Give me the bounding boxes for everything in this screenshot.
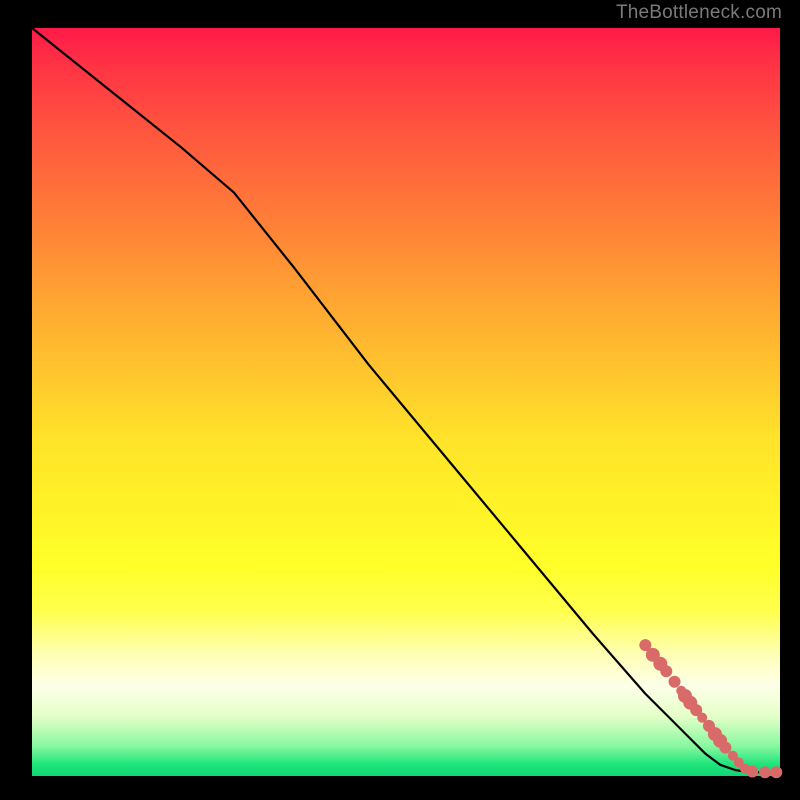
chart-marker: [770, 766, 782, 778]
chart-marker: [719, 742, 731, 754]
chart-marker: [669, 676, 681, 688]
chart-curve: [32, 28, 780, 772]
chart-marker: [746, 766, 758, 778]
chart-marker: [759, 766, 771, 778]
chart-overlay: [32, 28, 780, 776]
chart-marker: [660, 665, 672, 677]
attribution-text: TheBottleneck.com: [616, 2, 782, 24]
